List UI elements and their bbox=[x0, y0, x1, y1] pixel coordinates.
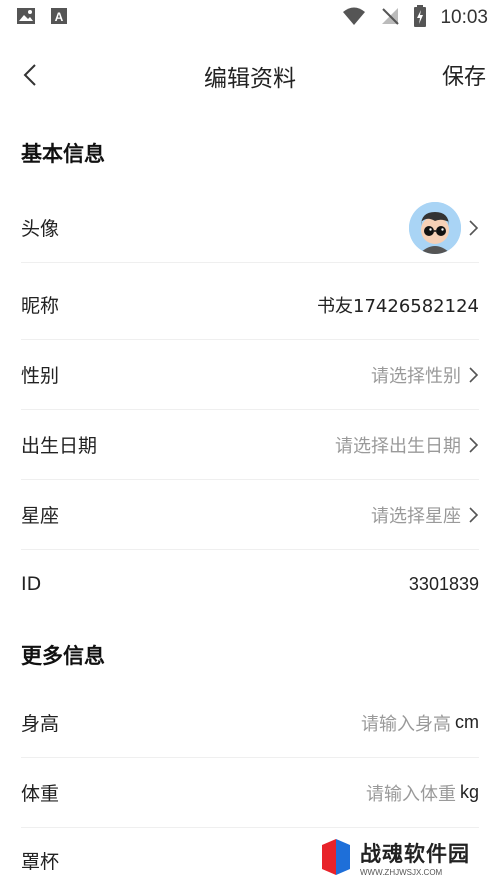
no-signal-icon bbox=[380, 6, 400, 30]
height-label: 身高 bbox=[21, 713, 60, 735]
watermark-logo: 战魂软件园 WWW.ZHJWSJX.COM bbox=[318, 832, 488, 882]
cup-label: 罩杯 bbox=[21, 850, 60, 873]
id-label: ID bbox=[21, 573, 42, 595]
watermark-text: 战魂软件园 bbox=[360, 841, 470, 866]
nickname-label: 昵称 bbox=[21, 295, 60, 317]
chevron-right-icon bbox=[469, 506, 479, 523]
image-icon bbox=[16, 7, 36, 29]
page-title: 编辑资料 bbox=[204, 66, 296, 92]
chevron-right-icon bbox=[469, 436, 479, 453]
id-row: ID 3301839 bbox=[21, 549, 479, 619]
battery-charging-icon bbox=[414, 5, 427, 31]
gender-row[interactable]: 性别 请选择性别 bbox=[21, 340, 479, 410]
status-bar: A 10:03 bbox=[0, 0, 500, 36]
zodiac-row[interactable]: 星座 请选择星座 bbox=[21, 480, 479, 550]
svg-text:A: A bbox=[55, 10, 64, 24]
weight-label: 体重 bbox=[21, 783, 60, 805]
zodiac-label: 星座 bbox=[21, 505, 60, 527]
avatar[interactable] bbox=[409, 201, 461, 254]
gender-placeholder: 请选择性别 bbox=[371, 365, 461, 387]
status-time: 10:03 bbox=[440, 7, 488, 28]
weight-unit: kg bbox=[459, 782, 479, 802]
birthday-label: 出生日期 bbox=[21, 435, 98, 457]
section-title-more: 更多信息 bbox=[21, 644, 105, 668]
gender-label: 性别 bbox=[21, 365, 60, 387]
birthday-row[interactable]: 出生日期 请选择出生日期 bbox=[21, 410, 479, 480]
chevron-right-icon bbox=[469, 219, 479, 236]
id-value: 3301839 bbox=[408, 573, 479, 594]
zodiac-placeholder: 请选择星座 bbox=[371, 505, 461, 527]
avatar-label: 头像 bbox=[21, 218, 60, 240]
height-unit: cm bbox=[455, 712, 479, 732]
watermark-url: WWW.ZHJWSJX.COM bbox=[360, 867, 443, 877]
logo-icon bbox=[322, 839, 350, 875]
wifi-icon bbox=[342, 6, 366, 30]
save-button[interactable]: 保存 bbox=[442, 59, 486, 91]
weight-input[interactable]: 请输入体重 bbox=[366, 780, 456, 806]
a-badge-icon: A bbox=[50, 7, 68, 29]
height-row[interactable]: 身高 请输入身高 cm bbox=[21, 688, 479, 758]
nav-bar: 编辑资料 保存 bbox=[0, 44, 500, 106]
height-input[interactable]: 请输入身高 bbox=[361, 710, 451, 736]
birthday-placeholder: 请选择出生日期 bbox=[335, 435, 461, 457]
chevron-right-icon bbox=[469, 366, 479, 383]
avatar-row[interactable]: 头像 bbox=[21, 193, 479, 263]
nickname-row[interactable]: 昵称 书友17426582124 bbox=[21, 270, 479, 340]
nickname-value: 书友17426582124 bbox=[317, 295, 479, 317]
weight-row[interactable]: 体重 请输入体重 kg bbox=[21, 758, 479, 828]
section-title-basic: 基本信息 bbox=[21, 142, 105, 166]
